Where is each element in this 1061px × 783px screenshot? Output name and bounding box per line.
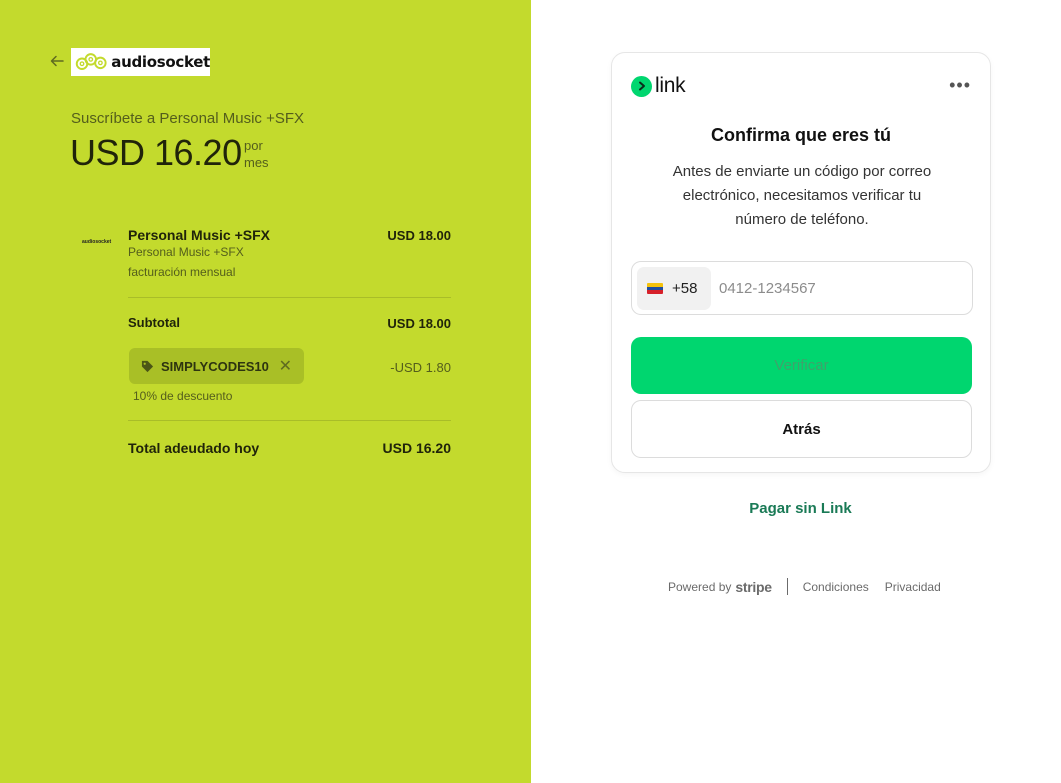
link-chevron-icon <box>631 75 652 97</box>
pay-without-link-button[interactable]: Pagar sin Link <box>531 500 1061 517</box>
total-due-value: USD 16.20 <box>382 440 451 456</box>
payment-panel: link ••• Confirma que eres tú Antes de e… <box>531 0 1061 783</box>
product-billing: facturación mensual <box>128 265 236 279</box>
phone-field: +58 <box>631 261 973 315</box>
subtotal-value: USD 18.00 <box>387 316 451 331</box>
product-price: USD 18.00 <box>387 228 451 243</box>
billing-period: por mes <box>244 137 269 171</box>
venezuela-flag-icon <box>647 283 663 294</box>
more-options-icon[interactable]: ••• <box>949 75 971 96</box>
powered-by-stripe[interactable]: Powered by stripe <box>668 579 772 595</box>
verify-button[interactable]: Verificar <box>631 337 972 394</box>
link-verification-card: link ••• Confirma que eres tú Antes de e… <box>611 52 991 473</box>
verification-title: Confirma que eres tú <box>710 125 892 145</box>
verification-description: Antes de enviarte un código por correo e… <box>672 163 932 228</box>
terms-link[interactable]: Condiciones <box>803 580 869 594</box>
footer: Powered by stripe Condiciones Privacidad <box>668 578 941 595</box>
powered-by-text: Powered by <box>668 579 732 594</box>
product-name: Personal Music +SFX <box>128 227 270 243</box>
promo-code-text: SIMPLYCODES10 <box>161 358 269 374</box>
product-description: Personal Music +SFX <box>128 245 244 259</box>
link-logo: link <box>631 74 686 98</box>
remove-promo-icon[interactable]: ✕ <box>279 356 292 376</box>
divider <box>128 420 451 421</box>
country-selector[interactable]: +58 <box>637 267 711 310</box>
subtotal-label: Subtotal <box>128 315 180 330</box>
footer-separator <box>786 578 788 595</box>
country-code: +58 <box>672 280 698 297</box>
discount-note: 10% de descuento <box>133 389 233 403</box>
promo-code-chip[interactable]: SIMPLYCODES10 ✕ <box>129 348 304 384</box>
total-price: USD 16.20 <box>70 132 242 173</box>
stripe-logo-text: stripe <box>735 578 772 595</box>
total-due-label: Total adeudado hoy <box>128 440 260 456</box>
billing-period-line2: mes <box>244 155 269 170</box>
audiosocket-logo-icon <box>75 53 107 70</box>
phone-input[interactable] <box>719 274 959 302</box>
tag-icon <box>141 360 154 372</box>
discount-value: -USD 1.80 <box>390 360 451 375</box>
merchant-logo: audiosocket <box>71 48 210 76</box>
billing-period-line1: por <box>244 138 263 153</box>
privacy-link[interactable]: Privacidad <box>885 580 941 594</box>
back-button[interactable]: Atrás <box>631 400 972 458</box>
divider <box>128 297 451 298</box>
product-thumbnail: audiosocket <box>82 239 112 245</box>
back-arrow-icon[interactable] <box>49 53 65 69</box>
logo-text: audiosocket <box>111 53 210 71</box>
subscription-title: Suscríbete a Personal Music +SFX <box>71 110 305 127</box>
link-brand-text: link <box>655 74 686 97</box>
order-summary-panel: audiosocket Suscríbete a Personal Music … <box>0 0 531 783</box>
